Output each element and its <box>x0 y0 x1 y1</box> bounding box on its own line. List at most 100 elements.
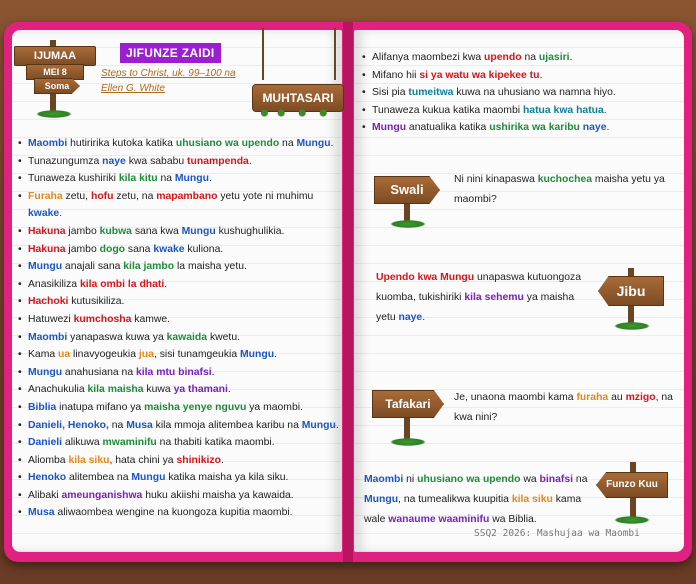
text-run: naye <box>582 122 607 134</box>
text-run: kubwa <box>99 225 132 237</box>
text-run: . <box>248 155 252 167</box>
funzo-signpost: Funzo Kuu <box>596 462 668 526</box>
text-run: sana <box>125 243 154 255</box>
text-run: Musa <box>28 507 55 519</box>
soma-label: Soma <box>44 81 70 91</box>
soma-board: Soma <box>34 78 80 94</box>
text-run: . <box>335 419 339 431</box>
reference-line-1: Steps to Christ, uk. 99–100 na <box>101 68 236 79</box>
text-run: ya maombi. <box>246 401 303 413</box>
reference-line-2: Ellen G. White <box>101 83 165 94</box>
text-run: kamwe. <box>131 313 171 325</box>
text-run: kila mmoja alitembea karibu na <box>152 419 302 431</box>
text-run: upendo <box>484 52 522 63</box>
swali-board: Swali <box>374 176 440 204</box>
text-run: Furaha <box>28 190 63 202</box>
text-run: hutiririka kutoka katika <box>67 138 176 149</box>
text-run: zetu, na <box>113 190 157 202</box>
text-run: na <box>521 52 539 63</box>
list-item: Hakuna jambo kubwa sana kwa Mungu kushug… <box>18 223 348 241</box>
text-run: alitembea na <box>66 472 132 484</box>
text-run: Hachoki <box>28 296 69 308</box>
list-item: Maombi hutiririka kutoka katika uhusiano… <box>18 135 348 153</box>
text-run: . <box>220 454 224 466</box>
text-run: Mungu <box>301 419 336 431</box>
list-item: Mungu anahusiana na kila mtu binafsi. <box>18 364 348 382</box>
text-run: Maombi <box>28 138 68 149</box>
text-run: inatupa mifano ya <box>56 401 145 413</box>
text-run: Hakuna <box>28 243 66 255</box>
tafakari-signpost: Tafakari <box>372 384 444 448</box>
text-run: kutusikiliza. <box>68 296 125 308</box>
grass-icon <box>390 438 426 446</box>
text-run: si ya watu wa kipekee tu <box>419 69 540 81</box>
list-item: Furaha zetu, hofu zetu, na mapambano yet… <box>18 188 348 223</box>
text-run: . <box>569 52 573 63</box>
text-run: na <box>108 419 127 431</box>
text-run: . <box>208 173 212 185</box>
text-run: jambo <box>65 243 100 255</box>
text-run: . <box>227 384 231 396</box>
list-item: Mungu anatualika katika ushirika wa kari… <box>362 119 682 137</box>
text-run: anahusiana na <box>62 366 136 378</box>
list-item: Aliomba kila siku, hata chini ya shiniki… <box>18 452 348 470</box>
grass-icon <box>390 220 426 228</box>
text-run: mapambano <box>156 190 218 202</box>
list-item: Hachoki kutusikiliza. <box>18 293 348 311</box>
text-run: Mifano hii <box>372 69 420 81</box>
text-run: ni <box>403 474 418 485</box>
text-run: na <box>279 138 297 149</box>
swali-question: Ni nini kinapaswa kuchochea maisha yetu … <box>454 170 674 210</box>
text-run: Mungu <box>181 225 216 237</box>
swali-label: Swali <box>390 182 424 197</box>
text-run: kushughulikia. <box>215 225 285 237</box>
text-run: Mungu <box>364 494 399 505</box>
text-run: kila sehemu <box>464 292 524 303</box>
list-item: Hakuna jambo dogo sana kwake kuliona. <box>18 241 348 259</box>
text-run: Hatuwezi <box>28 313 74 325</box>
text-run: jambo <box>65 225 100 237</box>
text-run: kumchosha <box>73 313 132 325</box>
section-title: JIFUNZE ZAIDI <box>120 43 221 63</box>
text-run: Mungu <box>28 261 63 273</box>
text-run: kila mtu binafsi <box>136 366 212 378</box>
date-board: MEI 8 <box>26 64 84 80</box>
text-run: kila siku <box>511 494 553 505</box>
text-run: kwake <box>28 208 60 220</box>
text-run: . <box>274 349 277 361</box>
hanging-rope-left <box>262 28 264 80</box>
text-run: la maisha yetu. <box>174 261 247 273</box>
tafakari-label: Tafakari <box>385 397 431 411</box>
text-run: Ni nini kinapaswa <box>454 174 538 185</box>
text-run: tumeitwa <box>408 87 454 99</box>
reading-reference[interactable]: Steps to Christ, uk. 99–100 na Ellen G. … <box>101 66 251 96</box>
text-run: anajali sana <box>62 261 124 273</box>
text-run: kawaida <box>166 331 208 343</box>
text-run: . <box>164 278 168 290</box>
text-run: katika maisha ya kila siku. <box>165 472 289 484</box>
funzo-board: Funzo Kuu <box>596 472 668 498</box>
text-run: mwaminifu <box>102 437 157 449</box>
text-run: kuliona. <box>184 243 224 255</box>
text-run: alikuwa <box>62 437 103 449</box>
text-run: hofu <box>90 190 114 202</box>
grass-icon <box>614 516 650 524</box>
text-run: kwa sababu <box>125 155 188 167</box>
text-run: . <box>539 69 543 81</box>
text-run: kuchochea <box>537 174 593 185</box>
text-run: , hata chini ya <box>109 454 177 466</box>
text-run: . <box>330 138 334 149</box>
list-item: Alifanya maombezi kwa upendo na ujasiri. <box>362 49 682 67</box>
list-item: Tunazungumza naye kwa sababu tunampenda. <box>18 153 348 171</box>
list-item: Sisi pia tumeitwa kuwa na uhusiano wa na… <box>362 84 682 102</box>
text-run: Maombi <box>364 474 404 485</box>
text-run: Upendo kwa Mungu <box>376 272 475 283</box>
text-run: maisha yenye nguvu <box>144 401 247 413</box>
text-run: hatua kwa hatua <box>522 104 604 116</box>
text-run: Mungu <box>240 349 275 361</box>
text-run: na <box>157 173 175 185</box>
list-item: Hatuwezi kumchosha kamwe. <box>18 311 348 329</box>
text-run: . <box>603 104 607 116</box>
funzo-lesson: Maombi ni uhusiano wa upendo wa binafsi … <box>364 470 596 530</box>
day-board: IJUMAA <box>14 46 96 66</box>
